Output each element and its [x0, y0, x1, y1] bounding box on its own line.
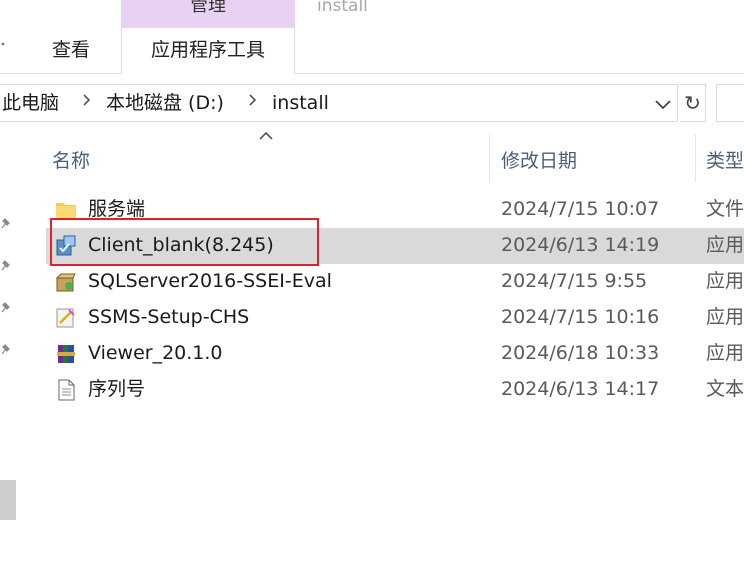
breadcrumb-install[interactable]: install	[272, 91, 329, 115]
ribbon-tab-overflow-icon[interactable]	[0, 34, 8, 55]
search-input[interactable]	[716, 84, 744, 122]
file-name: SQLServer2016-SSEI-Eval	[88, 270, 332, 292]
folder-icon	[56, 203, 76, 218]
tab-view[interactable]: 查看	[40, 28, 102, 74]
file-row[interactable]: 序列号 2024/6/13 14:17 文本	[46, 372, 744, 408]
refresh-button[interactable]: ↻	[680, 84, 706, 122]
file-date: 2024/7/15 10:16	[501, 306, 660, 328]
file-row[interactable]: SSMS-Setup-CHS 2024/7/15 10:16 应用	[46, 300, 744, 336]
file-date: 2024/6/18 10:33	[501, 342, 660, 364]
tab-application-tools[interactable]: 应用程序工具	[121, 28, 295, 74]
file-name: 序列号	[88, 378, 146, 400]
column-header-name[interactable]: 名称	[52, 146, 90, 173]
column-divider[interactable]	[489, 134, 490, 182]
pin-icon[interactable]	[0, 342, 12, 356]
context-tab-group-manage[interactable]: 管理	[121, 0, 295, 28]
navigation-pane-scrollbar[interactable]	[0, 480, 16, 520]
column-header-type[interactable]: 类型	[706, 146, 744, 173]
address-history-chevron-down-icon[interactable]	[652, 93, 674, 115]
window-title: install	[317, 0, 368, 16]
breadcrumb-separator-icon[interactable]	[248, 92, 258, 112]
breadcrumb-separator-icon[interactable]	[82, 92, 92, 112]
file-date: 2024/6/13 14:17	[501, 378, 660, 400]
file-type: 文件	[706, 198, 744, 220]
pin-icon[interactable]	[0, 216, 12, 230]
context-tab-group-label: 管理	[190, 0, 226, 16]
sql-installer-icon	[55, 273, 76, 292]
file-row[interactable]: Viewer_20.1.0 2024/6/18 10:33 应用	[46, 336, 744, 372]
pin-icon[interactable]	[0, 258, 12, 272]
column-divider[interactable]	[695, 134, 696, 182]
column-header-date-modified[interactable]: 修改日期	[501, 146, 577, 173]
file-date: 2024/7/15 10:07	[501, 198, 660, 220]
refresh-icon: ↻	[684, 91, 701, 115]
installer-icon	[56, 235, 76, 256]
file-name: 服务端	[88, 198, 146, 220]
file-name: Client_blank(8.245)	[88, 234, 274, 256]
breadcrumb-local-disk[interactable]: 本地磁盘 (D:)	[106, 91, 224, 115]
file-type: 应用	[706, 306, 744, 328]
column-header-row: 名称 修改日期 类型	[0, 134, 744, 182]
text-file-icon	[58, 379, 75, 401]
file-date: 2024/7/15 9:55	[501, 270, 648, 292]
archive-app-icon	[57, 345, 75, 363]
file-type: 文本	[706, 378, 744, 400]
file-row-selected[interactable]: Client_blank(8.245) 2024/6/13 14:19 应用	[46, 228, 744, 264]
file-name: Viewer_20.1.0	[88, 342, 223, 364]
pin-icon[interactable]	[0, 300, 12, 314]
address-bar[interactable]: 此电脑 本地磁盘 (D:) install	[0, 84, 678, 122]
breadcrumb-this-pc[interactable]: 此电脑	[2, 91, 59, 115]
tab-view-label: 查看	[51, 39, 90, 61]
file-date: 2024/6/13 14:19	[501, 234, 660, 256]
file-row[interactable]: SQLServer2016-SSEI-Eval 2024/7/15 9:55 应…	[46, 264, 744, 300]
file-type: 应用	[706, 342, 744, 364]
ribbon: 管理 install 查看 应用程序工具	[0, 0, 744, 74]
file-row-folder[interactable]: 服务端 2024/7/15 10:07 文件	[46, 192, 744, 228]
ssms-setup-icon	[56, 308, 75, 328]
file-type: 应用	[706, 270, 744, 292]
file-type: 应用	[706, 234, 744, 256]
file-name: SSMS-Setup-CHS	[88, 306, 250, 328]
tab-application-tools-label: 应用程序工具	[150, 39, 265, 61]
